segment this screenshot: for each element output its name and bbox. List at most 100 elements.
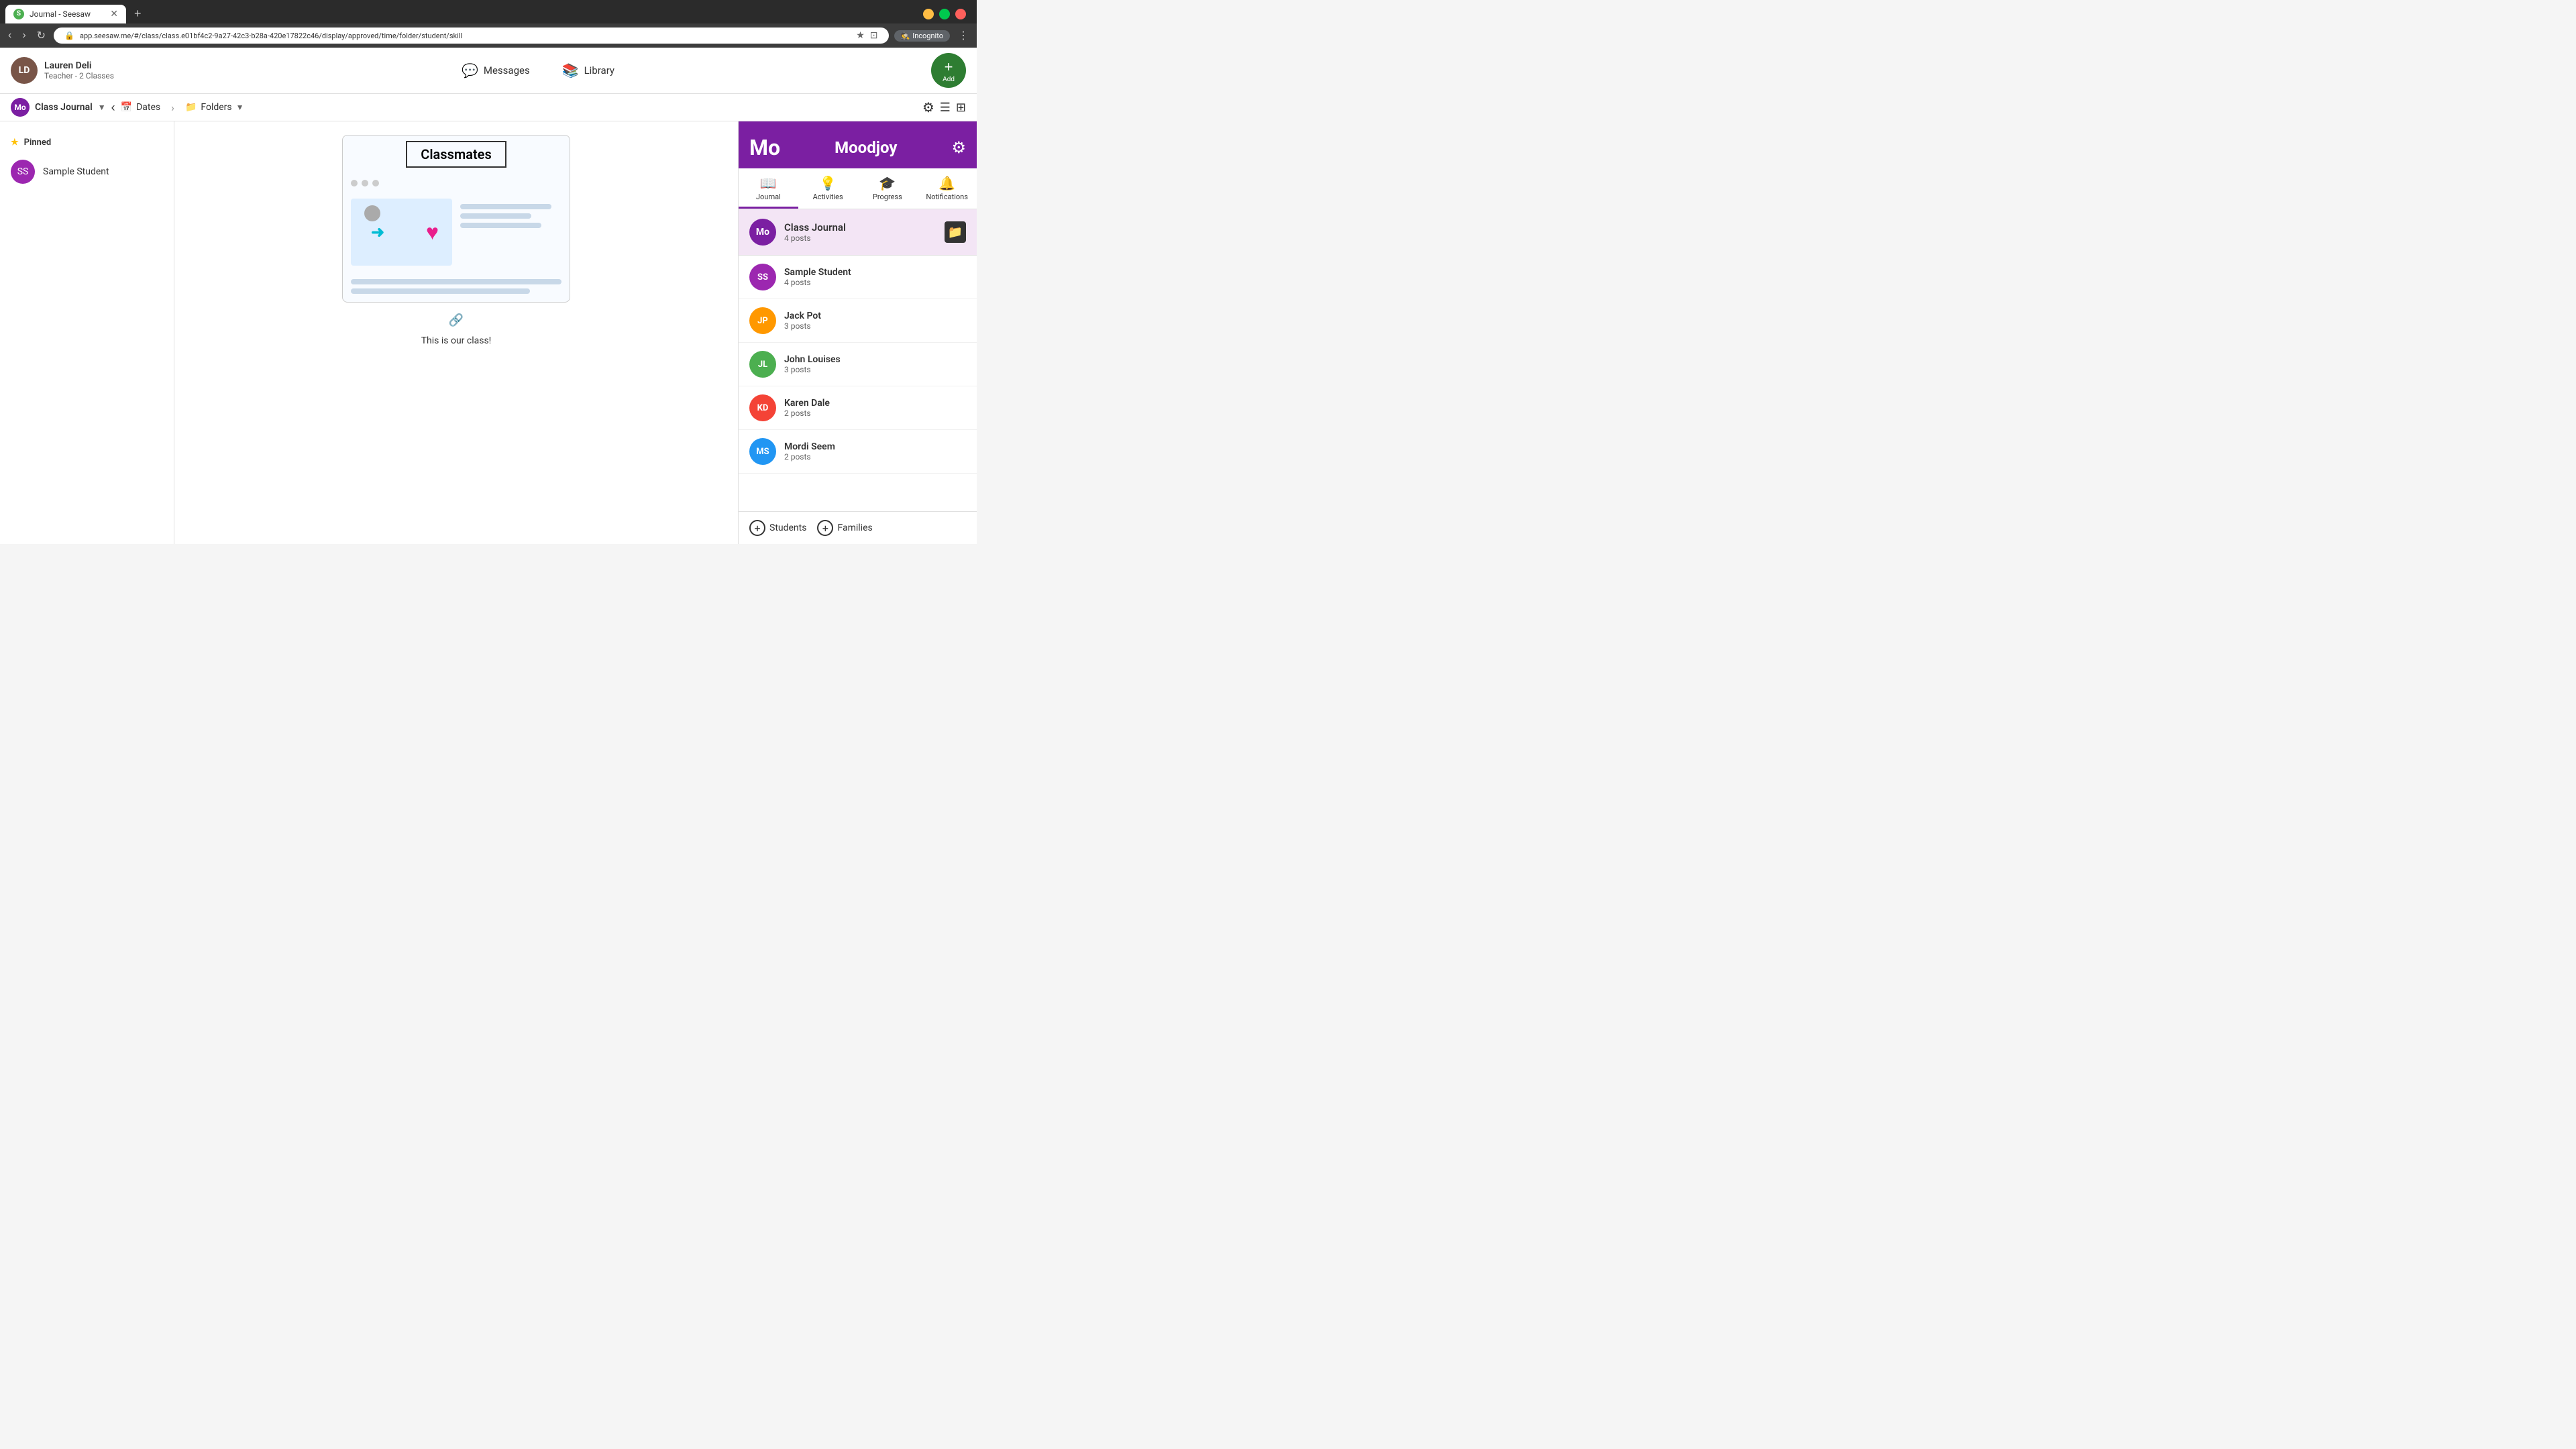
student-avatar: SS: [11, 160, 35, 184]
tab-activities[interactable]: 💡 Activities: [798, 168, 858, 209]
tab-title: Journal - Seesaw: [30, 9, 105, 19]
incognito-badge: 🕵 Incognito: [894, 30, 951, 42]
navbar: LD Lauren Deli Teacher - 2 Classes 💬 Mes…: [0, 48, 977, 94]
panel-student-avatar-4: MS: [749, 438, 776, 465]
library-link[interactable]: 📚 Library: [554, 58, 623, 83]
dot-3: [372, 180, 379, 186]
panel-student-4[interactable]: MS Mordi Seem 2 posts: [739, 430, 977, 474]
close-button[interactable]: [955, 9, 966, 19]
activities-tab-icon: 💡: [820, 175, 837, 191]
journal-tab-label: Journal: [756, 193, 781, 201]
grid-view-button[interactable]: ⊞: [956, 101, 966, 115]
journal-folder-icon: 📁: [945, 221, 966, 243]
caption: This is our class!: [421, 335, 492, 346]
center-content: Classmates ➜ ♥: [174, 121, 738, 544]
panel-scroll: Mo Class Journal 4 posts 📁 SS Sample Stu…: [739, 209, 977, 511]
add-icon: +: [945, 58, 953, 76]
notifications-tab-icon: 🔔: [938, 175, 955, 191]
panel-student-avatar-0: SS: [749, 264, 776, 290]
panel-student-info-0: Sample Student 4 posts: [784, 267, 851, 287]
folder-icon: 📁: [185, 102, 197, 113]
address-bar[interactable]: 🔒 app.seesaw.me/#/class/class.e01bf4c2-9…: [54, 28, 888, 44]
panel-student-info-3: Karen Dale 2 posts: [784, 398, 830, 418]
card-line-2: [460, 213, 531, 219]
panel-student-name-2: John Louises: [784, 354, 841, 365]
list-view-button[interactable]: ☰: [940, 101, 951, 115]
minimize-button[interactable]: [923, 9, 934, 19]
class-journal-entry[interactable]: Mo Class Journal 4 posts 📁: [739, 209, 977, 256]
calendar-icon: 📅: [121, 102, 132, 113]
tab-progress[interactable]: 🎓 Progress: [858, 168, 918, 209]
panel-student-0[interactable]: SS Sample Student 4 posts: [739, 256, 977, 299]
menu-button[interactable]: ⋮: [955, 26, 971, 45]
messages-icon: 💬: [462, 62, 478, 78]
tab-journal[interactable]: 📖 Journal: [739, 168, 798, 209]
filter-button[interactable]: ⚙: [922, 99, 934, 116]
tab-bar: S Journal - Seesaw ✕ +: [0, 0, 977, 23]
panel-student-info-4: Mordi Seem 2 posts: [784, 441, 835, 462]
panel-student-info-1: Jack Pot 3 posts: [784, 311, 821, 331]
card-footer-line-2: [351, 288, 530, 294]
notifications-tab-label: Notifications: [926, 193, 968, 201]
activities-tab-label: Activities: [813, 193, 843, 201]
card-line-1: [460, 204, 551, 209]
card-dots: [343, 173, 570, 191]
link-icon[interactable]: 🔗: [449, 313, 464, 327]
settings-icon[interactable]: ⚙: [951, 138, 966, 157]
forward-button[interactable]: ›: [19, 27, 28, 44]
messages-link[interactable]: 💬 Messages: [453, 58, 538, 83]
classmates-card: Classmates ➜ ♥: [342, 135, 570, 303]
dot-2: [362, 180, 368, 186]
dates-label: Dates: [136, 102, 160, 113]
card-content: ➜ ♥: [343, 191, 570, 274]
dot-1: [351, 180, 358, 186]
back-button[interactable]: ‹: [5, 27, 14, 44]
pinned-section: ★ Pinned: [0, 132, 174, 153]
class-name: Class Journal: [35, 102, 93, 113]
add-label: Add: [943, 76, 955, 83]
folders-button[interactable]: 📁 Folders ▼: [185, 102, 244, 113]
students-label: Students: [769, 523, 806, 533]
messages-label: Messages: [484, 64, 530, 76]
right-panel: Mo Moodjoy ⚙ 📖 Journal 💡 Activities 🎓 Pr…: [738, 121, 977, 544]
refresh-button[interactable]: ↻: [34, 26, 48, 45]
panel-student-posts-1: 3 posts: [784, 321, 821, 331]
chevron-down-icon: ▼: [98, 103, 106, 112]
card-image-area: ➜ ♥: [351, 199, 452, 266]
star-icon: ★: [11, 138, 19, 148]
students-plus-icon: +: [749, 520, 765, 536]
new-tab-button[interactable]: +: [129, 4, 147, 23]
journal-info: Class Journal 4 posts: [784, 221, 945, 243]
panel-student-avatar-3: KD: [749, 394, 776, 421]
prev-arrow-button[interactable]: ‹: [111, 101, 115, 115]
panel-student-2[interactable]: JL John Louises 3 posts: [739, 343, 977, 386]
progress-tab-icon: 🎓: [879, 175, 896, 191]
panel-student-name-0: Sample Student: [784, 267, 851, 278]
card-line-3: [460, 223, 541, 228]
tab-notifications[interactable]: 🔔 Notifications: [917, 168, 977, 209]
families-plus-icon: +: [817, 520, 833, 536]
nav-links: 💬 Messages 📚 Library: [156, 58, 920, 83]
panel-user-row: Mo Moodjoy ⚙: [749, 135, 966, 168]
arrow-icon: ➜: [371, 223, 384, 241]
dates-button[interactable]: 📅 Dates: [121, 102, 160, 113]
student-item[interactable]: SS Sample Student: [0, 153, 174, 191]
address-icons: ★ ⊡: [856, 30, 877, 41]
panel-bottom: + Students + Families: [739, 511, 977, 544]
address-bar-row: ‹ › ↻ 🔒 app.seesaw.me/#/class/class.e01b…: [0, 23, 977, 48]
panel-student-posts-0: 4 posts: [784, 278, 851, 287]
pinned-label: Pinned: [24, 138, 52, 148]
students-button[interactable]: + Students: [749, 520, 806, 536]
active-tab[interactable]: S Journal - Seesaw ✕: [5, 5, 126, 23]
maximize-button[interactable]: [939, 9, 950, 19]
panel-student-info-2: John Louises 3 posts: [784, 354, 841, 374]
progress-tab-label: Progress: [873, 193, 902, 201]
panel-student-3[interactable]: KD Karen Dale 2 posts: [739, 386, 977, 430]
add-button[interactable]: + Add: [931, 53, 966, 88]
panel-student-1[interactable]: JP Jack Pot 3 posts: [739, 299, 977, 343]
class-selector[interactable]: Mo Class Journal ▼: [11, 98, 106, 117]
tab-close-button[interactable]: ✕: [110, 9, 118, 19]
card-person-avatar: [364, 205, 380, 221]
class-abbr: Mo: [11, 98, 30, 117]
families-button[interactable]: + Families: [817, 520, 872, 536]
